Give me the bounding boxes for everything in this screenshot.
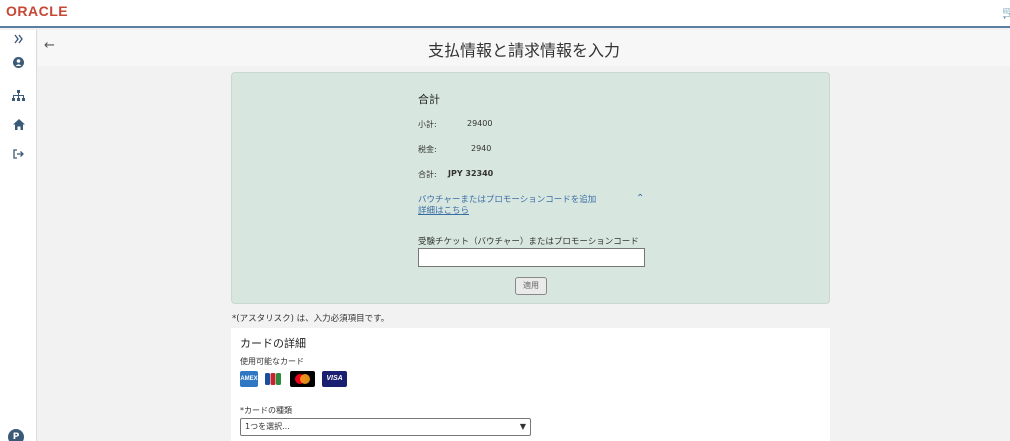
chevron-down-icon: ▼	[519, 422, 526, 431]
sign-out-icon[interactable]	[0, 149, 37, 159]
help-icon[interactable]: P	[8, 429, 24, 441]
required-fields-note: *(アスタリスク) は、入力必須項目です。	[232, 314, 390, 324]
card-details-section: カードの詳細 使用可能なカード AMEX VISA *カードの種類 1つを選択.…	[231, 328, 830, 441]
page-title: 支払情報と請求情報を入力	[427, 41, 620, 60]
order-summary-panel: 合計 小計: 29400 税金: 2940 合計: JPY 32340 バウチャ…	[231, 72, 830, 304]
summary-title: 合計	[418, 93, 440, 106]
total-label: 合計:	[418, 170, 437, 179]
card-type-select[interactable]: 1つを選択... ▼	[240, 418, 531, 436]
user-icon[interactable]	[0, 57, 37, 68]
voucher-label: 受験チケット（バウチャー）またはプロモーションコード	[418, 237, 639, 247]
subtotal-label: 小計:	[418, 120, 437, 129]
apply-button[interactable]: 適用	[515, 277, 547, 295]
subtotal-value: 29400	[467, 119, 493, 128]
voucher-input[interactable]	[418, 248, 645, 267]
promo-link-label[interactable]: バウチャーまたはプロモーションコードを追加	[418, 195, 596, 206]
home-icon[interactable]	[0, 119, 37, 130]
details-link[interactable]: 詳細はこちら	[418, 206, 596, 217]
chevron-up-icon[interactable]: ⌃	[636, 193, 644, 204]
org-chart-icon[interactable]	[0, 90, 37, 101]
card-details-title: カードの詳細	[240, 337, 306, 350]
jcb-icon	[264, 371, 282, 387]
oracle-logo[interactable]: ORACLE	[6, 3, 68, 19]
page-header: ← 支払情報と請求情報を入力	[38, 30, 1010, 66]
cart-icon[interactable]: 🛒	[1002, 5, 1010, 19]
card-type-selected: 1つを選択...	[245, 422, 290, 431]
card-type-label: *カードの種類	[240, 406, 292, 415]
total-value: JPY 32340	[448, 169, 494, 178]
promo-code-link[interactable]: バウチャーまたはプロモーションコードを追加 詳細はこちら	[418, 195, 596, 217]
available-cards-label: 使用可能なカード	[240, 357, 304, 366]
visa-icon: VISA	[322, 371, 347, 387]
tax-label: 税金:	[418, 145, 437, 154]
tax-value: 2940	[471, 144, 492, 153]
amex-icon: AMEX	[240, 371, 258, 387]
top-bar: ORACLE 🛒	[0, 0, 1010, 28]
mastercard-icon	[290, 371, 315, 387]
sidebar	[0, 30, 37, 441]
expand-icon[interactable]	[0, 34, 37, 44]
